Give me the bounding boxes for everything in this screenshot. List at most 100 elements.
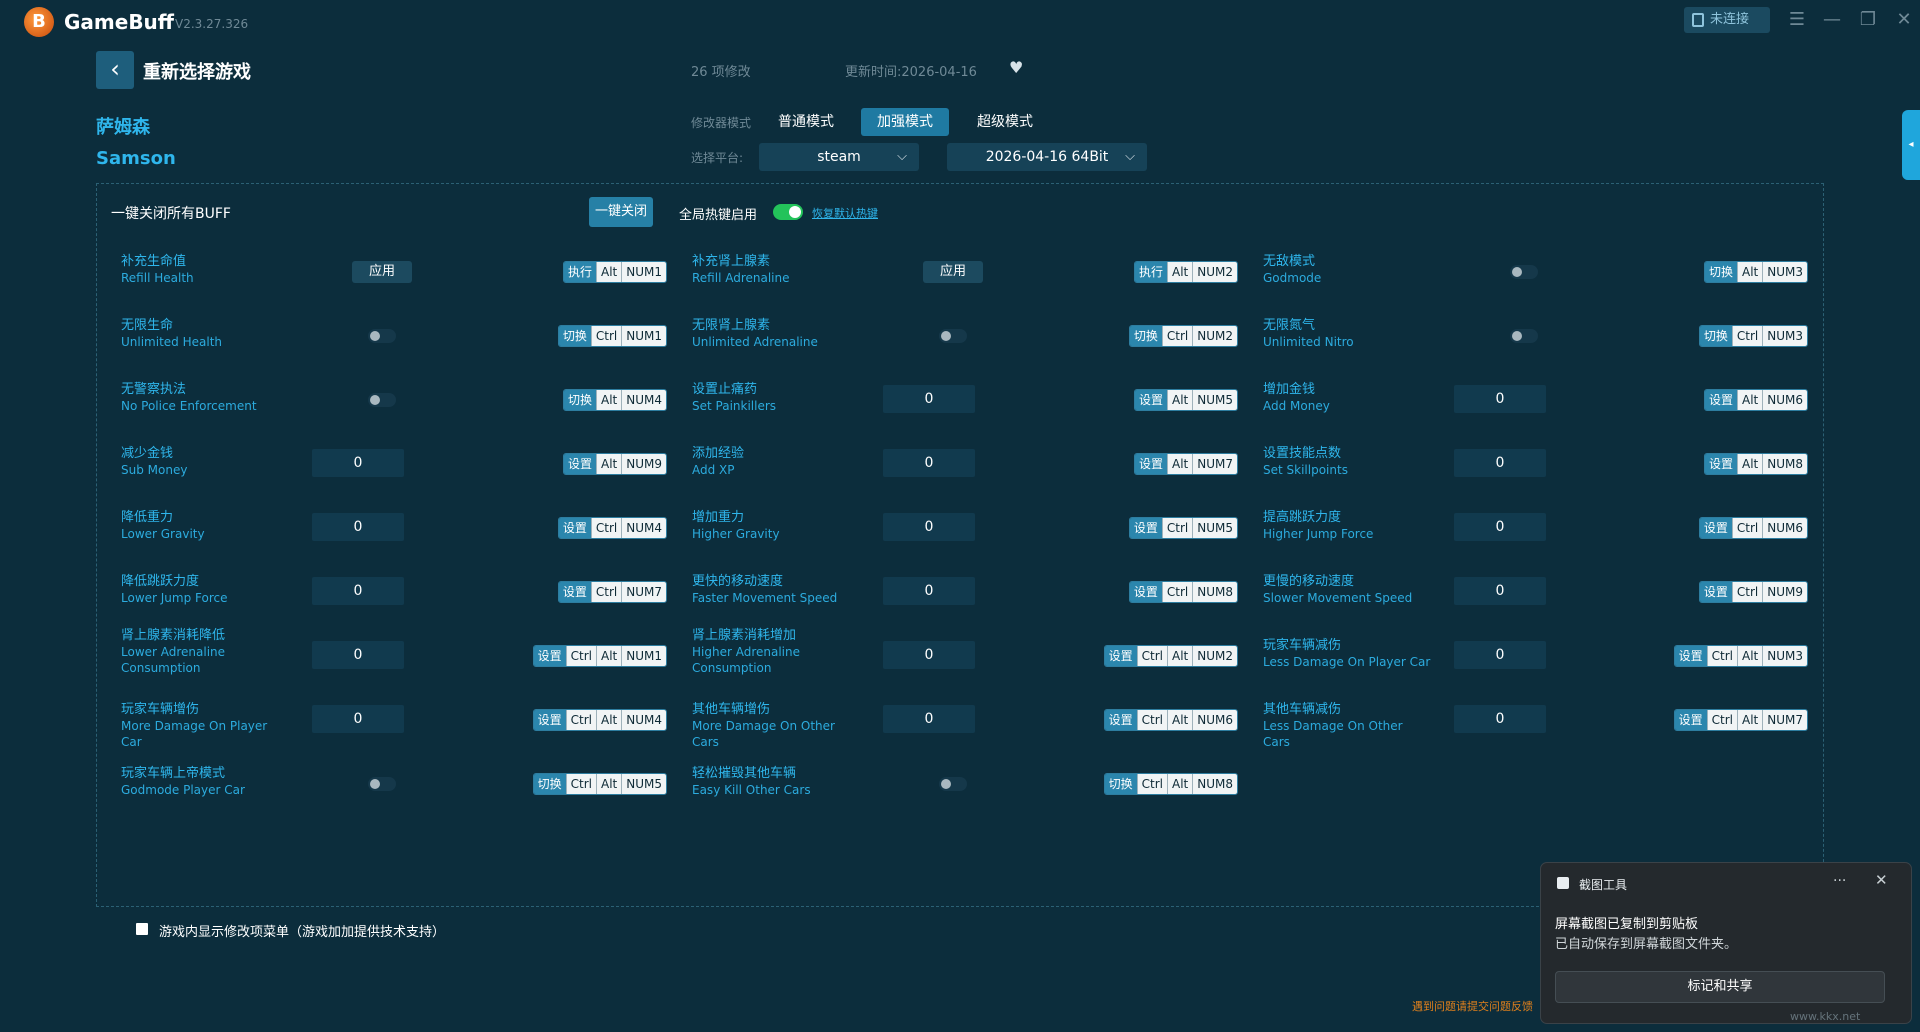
- apply-button[interactable]: 应用: [923, 261, 983, 283]
- value-input[interactable]: 0: [312, 449, 404, 477]
- reselect-game-label[interactable]: 重新选择游戏: [143, 58, 251, 84]
- hotkey-badge[interactable]: 切换 Alt NUM3: [1703, 261, 1808, 283]
- value-input[interactable]: 0: [883, 641, 975, 669]
- platform-select[interactable]: steam ⌵: [759, 143, 919, 171]
- mode-normal-button[interactable]: 普通模式: [762, 108, 850, 136]
- mode-super-button[interactable]: 超级模式: [961, 108, 1049, 136]
- hotkey-key: Alt: [596, 646, 622, 666]
- hotkey-badge[interactable]: 设置 Ctrl Alt NUM4: [532, 709, 667, 731]
- hotkey-badge[interactable]: 设置 Ctrl NUM8: [1128, 581, 1238, 603]
- hotkey-badge[interactable]: 设置 Ctrl NUM6: [1698, 517, 1808, 539]
- cheat-name: 无警察执法 No Police Enforcement: [121, 381, 291, 414]
- cheat-toggle[interactable]: [368, 393, 396, 407]
- hotkey-badge[interactable]: 设置 Alt NUM9: [562, 453, 667, 475]
- hotkey-badge[interactable]: 执行 Alt NUM2: [1133, 261, 1238, 283]
- cheat-name: 补充生命值 Refill Health: [121, 253, 291, 286]
- hotkey-key: NUM7: [621, 582, 666, 602]
- hotkey-key: Alt: [1167, 454, 1193, 474]
- hotkey-badge[interactable]: 设置 Ctrl Alt NUM3: [1673, 645, 1808, 667]
- value-input[interactable]: 0: [312, 705, 404, 733]
- app-name: GameBuff: [64, 10, 174, 34]
- apply-button[interactable]: 应用: [352, 261, 412, 283]
- cheat-toggle[interactable]: [368, 329, 396, 343]
- restore-default-hotkeys-link[interactable]: 恢复默认热键: [812, 205, 878, 221]
- value-input[interactable]: 0: [1454, 449, 1546, 477]
- close-all-button[interactable]: 一键关闭: [589, 197, 653, 227]
- cheat-toggle[interactable]: [1510, 265, 1538, 279]
- hotkey-key: Ctrl: [1706, 646, 1737, 666]
- cheat-name-en: Unlimited Adrenaline: [692, 335, 818, 349]
- cheat-toggle[interactable]: [1510, 329, 1538, 343]
- hotkey-badge[interactable]: 设置 Ctrl NUM7: [557, 581, 667, 603]
- cheat-name: 设置技能点数 Set Skillpoints: [1263, 445, 1433, 478]
- hotkey-badge[interactable]: 切换 Ctrl NUM3: [1698, 325, 1808, 347]
- hotkey-key: NUM1: [621, 326, 666, 346]
- cheat-toggle[interactable]: [368, 777, 396, 791]
- cheat-toggle[interactable]: [939, 777, 967, 791]
- close-icon[interactable]: ✕: [1875, 871, 1888, 889]
- value-input[interactable]: 0: [1454, 385, 1546, 413]
- hotkey-badge[interactable]: 切换 Ctrl NUM2: [1128, 325, 1238, 347]
- hotkey-badge[interactable]: 执行 Alt NUM1: [562, 261, 667, 283]
- hotkey-badge[interactable]: 设置 Ctrl Alt NUM6: [1103, 709, 1238, 731]
- app-version: V2.3.27.326: [175, 17, 249, 31]
- markup-share-button[interactable]: 标记和共享: [1555, 971, 1885, 1003]
- cheat-name-en: Lower Adrenaline Consumption: [121, 645, 226, 675]
- mode-enhanced-button[interactable]: 加强模式: [861, 108, 949, 136]
- hotkey-action: 设置: [558, 582, 591, 602]
- value-input[interactable]: 0: [1454, 577, 1546, 605]
- hotkey-key: Ctrl: [1731, 326, 1763, 346]
- hotkey-action: 设置: [1699, 518, 1732, 538]
- value-input[interactable]: 0: [1454, 513, 1546, 541]
- hotkey-badge[interactable]: 设置 Alt NUM7: [1133, 453, 1238, 475]
- more-options-icon[interactable]: ···: [1833, 873, 1846, 889]
- cheat-name: 玩家车辆减伤 Less Damage On Player Car: [1263, 637, 1433, 670]
- snipping-tool-toast: 截图工具 ··· ✕ 屏幕截图已复制到剪贴板 已自动保存到屏幕截图文件夹。 标记…: [1540, 862, 1912, 1024]
- value-input[interactable]: 0: [1454, 641, 1546, 669]
- version-select[interactable]: 2026-04-16 64Bit ⌵: [947, 143, 1147, 171]
- connection-button[interactable]: 未连接: [1684, 7, 1770, 33]
- value-input[interactable]: 0: [883, 385, 975, 413]
- side-panel-tab[interactable]: ◂: [1902, 110, 1920, 180]
- menu-icon[interactable]: ☰: [1783, 6, 1811, 34]
- feedback-link[interactable]: 遇到问题请提交问题反馈: [1412, 998, 1533, 1014]
- version-value: 2026-04-16 64Bit: [985, 149, 1109, 165]
- value-input[interactable]: 0: [1454, 705, 1546, 733]
- favorite-heart-icon[interactable]: ♥: [1009, 58, 1023, 77]
- cheat-name: 添加经验 Add XP: [692, 445, 862, 478]
- cheat-name: 轻松摧毁其他车辆 Easy Kill Other Cars: [692, 765, 862, 798]
- hotkey-badge[interactable]: 切换 Ctrl Alt NUM8: [1103, 773, 1238, 795]
- chevron-left-icon: ‹: [110, 55, 120, 83]
- cheat-toggle[interactable]: [939, 329, 967, 343]
- restore-icon[interactable]: ❐: [1854, 6, 1882, 34]
- hotkey-badge[interactable]: 切换 Alt NUM4: [562, 389, 667, 411]
- hotkey-badge[interactable]: 设置 Ctrl NUM9: [1698, 581, 1808, 603]
- hotkey-badge[interactable]: 设置 Alt NUM6: [1703, 389, 1808, 411]
- value-input[interactable]: 0: [883, 513, 975, 541]
- minimize-icon[interactable]: —: [1818, 6, 1846, 34]
- watermark: www.kkx.net: [1790, 1010, 1861, 1023]
- hotkey-key: Ctrl: [1731, 582, 1763, 602]
- hotkey-badge[interactable]: 切换 Ctrl Alt NUM5: [532, 773, 667, 795]
- value-input[interactable]: 0: [312, 513, 404, 541]
- hotkey-badge[interactable]: 设置 Ctrl Alt NUM1: [532, 645, 667, 667]
- hotkey-badge[interactable]: 设置 Ctrl NUM4: [557, 517, 667, 539]
- value-input[interactable]: 0: [883, 449, 975, 477]
- hotkey-key: NUM8: [1192, 774, 1237, 794]
- value-input[interactable]: 0: [883, 705, 975, 733]
- back-button[interactable]: ‹: [96, 51, 134, 89]
- hotkey-badge[interactable]: 设置 Ctrl Alt NUM2: [1103, 645, 1238, 667]
- global-hotkey-toggle[interactable]: [773, 204, 803, 220]
- hotkey-badge[interactable]: 设置 Ctrl NUM5: [1128, 517, 1238, 539]
- value-input[interactable]: 0: [883, 577, 975, 605]
- close-icon[interactable]: ✕: [1890, 6, 1918, 34]
- value-input[interactable]: 0: [312, 641, 404, 669]
- ingame-menu-checkbox[interactable]: [136, 923, 148, 935]
- hotkey-badge[interactable]: 设置 Alt NUM5: [1133, 389, 1238, 411]
- hotkey-badge[interactable]: 设置 Alt NUM8: [1703, 453, 1808, 475]
- cheat-name-cn: 玩家车辆增伤: [121, 702, 200, 717]
- hotkey-badge[interactable]: 设置 Ctrl Alt NUM7: [1673, 709, 1808, 731]
- hotkey-badge[interactable]: 切换 Ctrl NUM1: [557, 325, 667, 347]
- close-all-label: 一键关闭所有BUFF: [111, 206, 231, 222]
- value-input[interactable]: 0: [312, 577, 404, 605]
